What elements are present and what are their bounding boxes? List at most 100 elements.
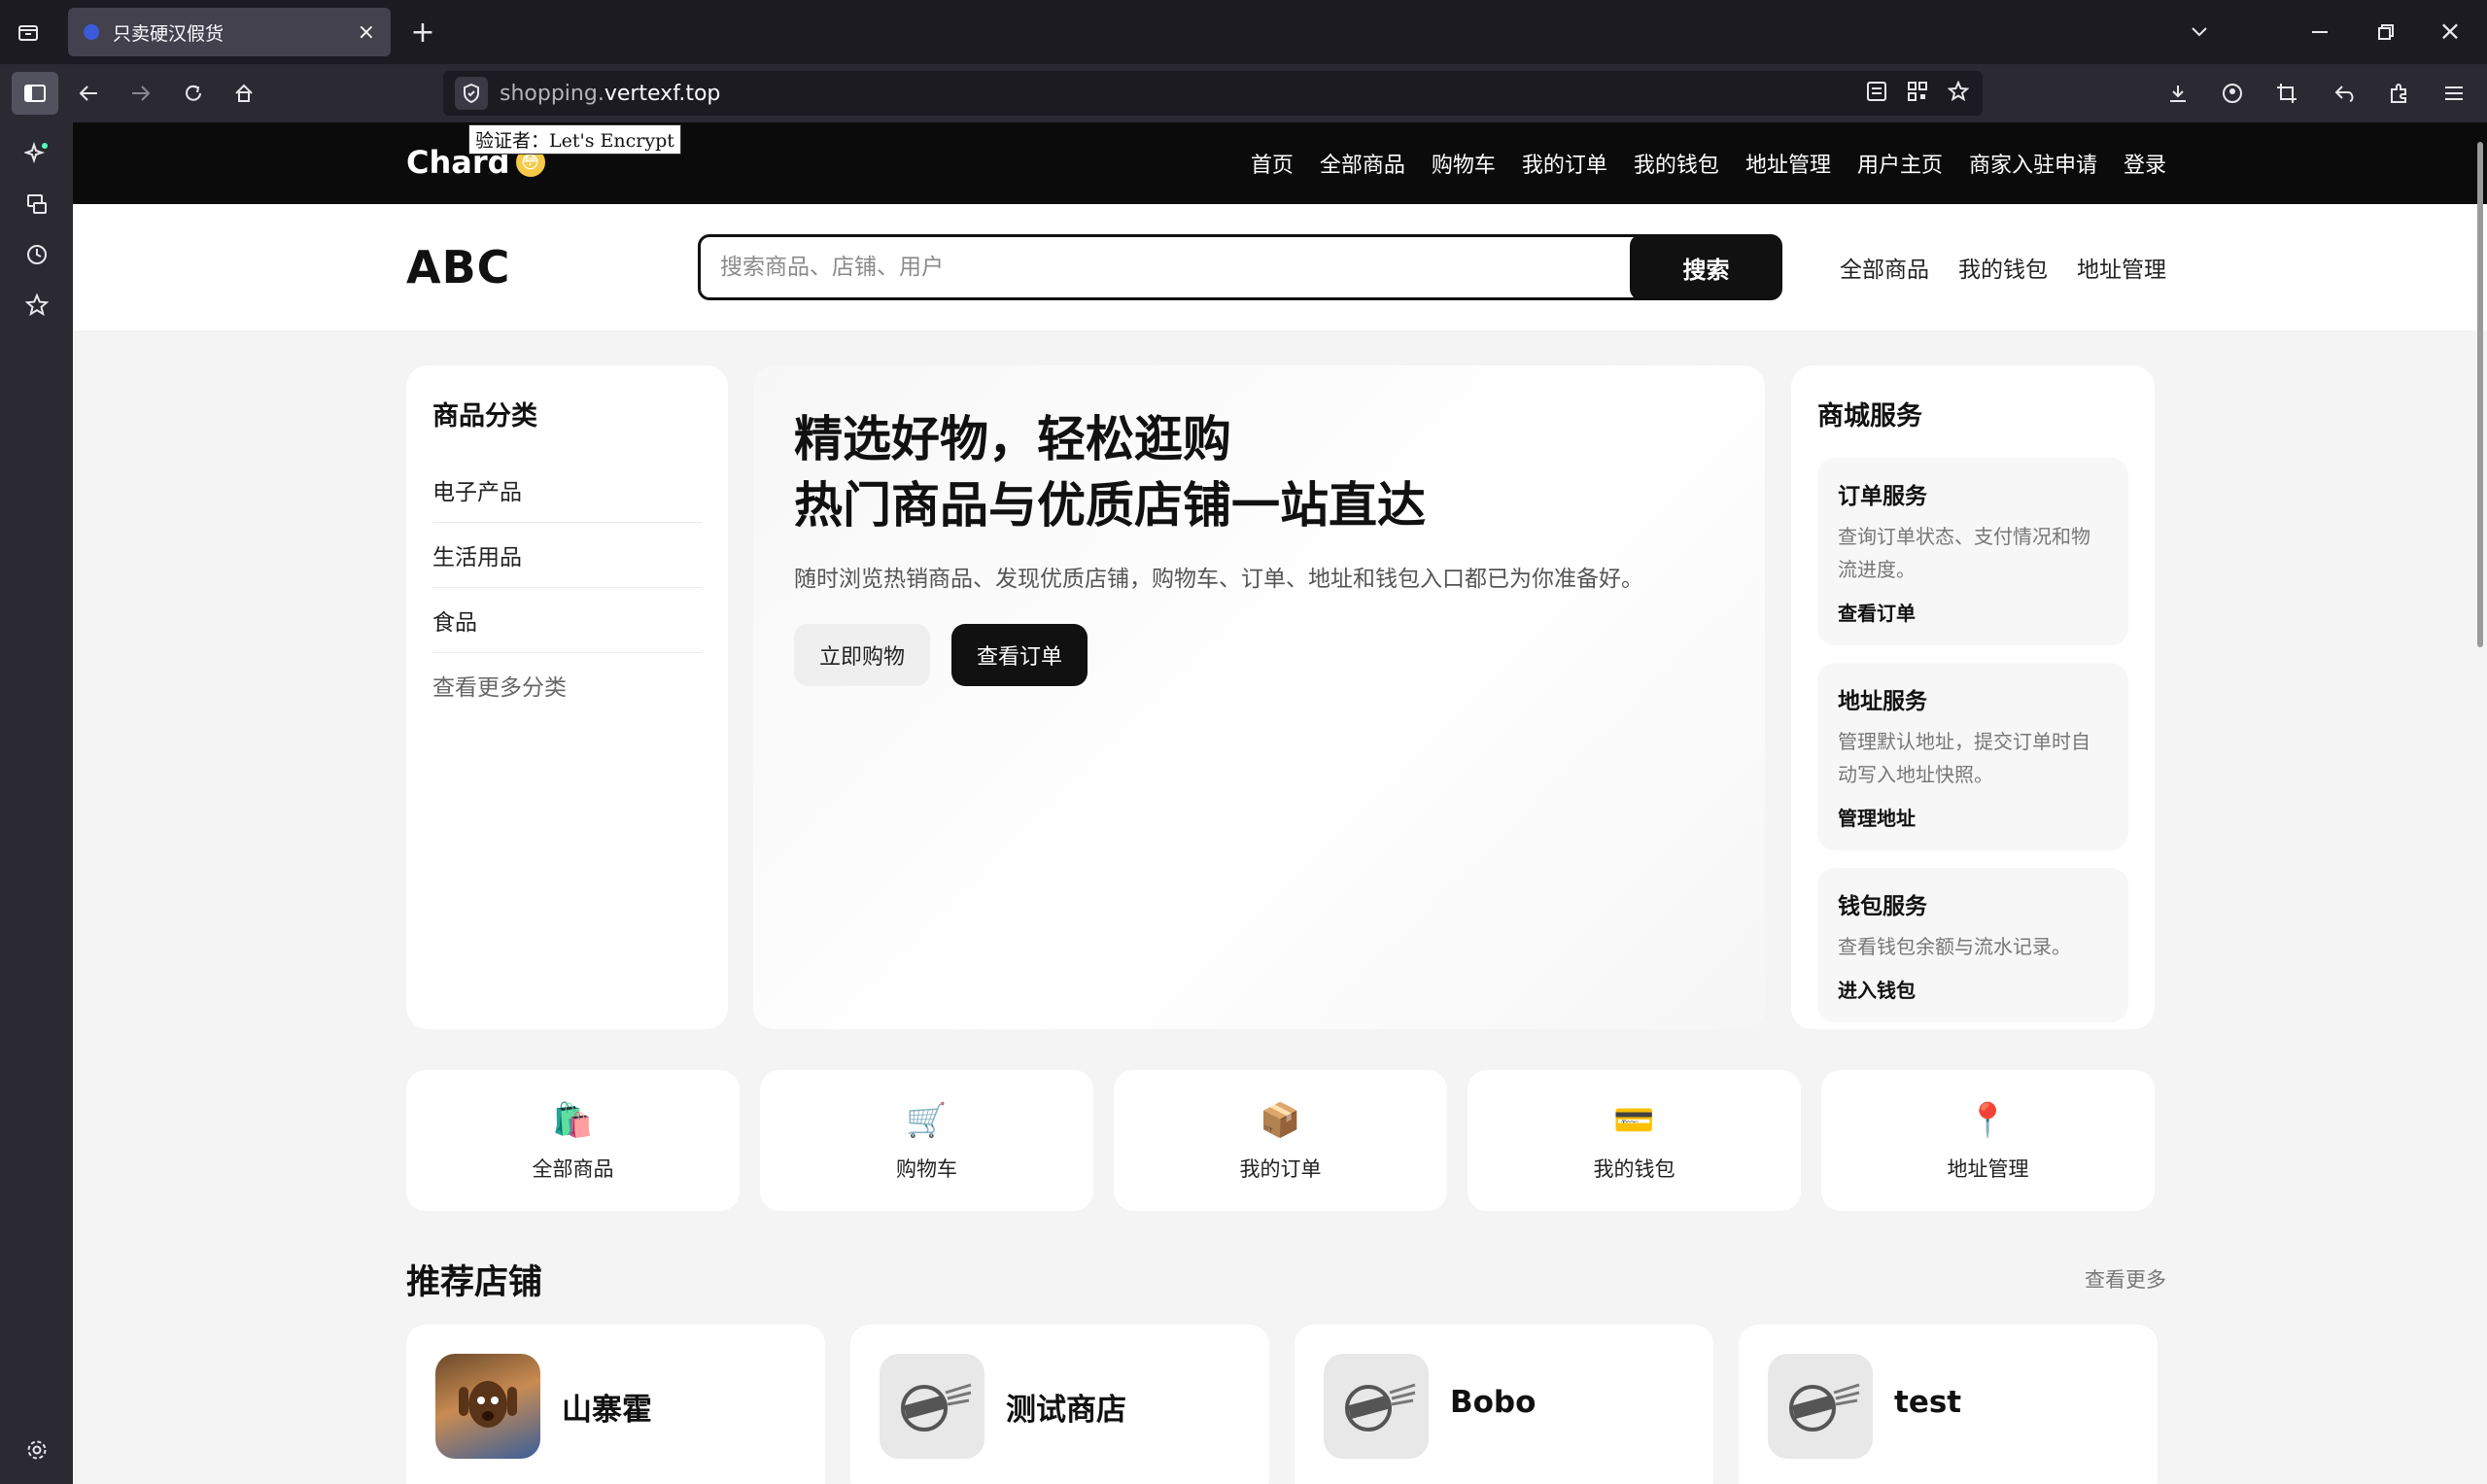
search-header: ABC 搜索 全部商品 我的钱包 地址管理 (73, 204, 2487, 330)
quick-link-address[interactable]: 地址管理 (2077, 251, 2166, 284)
menu-icon[interactable] (2437, 77, 2470, 110)
address-service: 地址服务 管理默认地址，提交订单时自动写入地址快照。 管理地址 (1817, 663, 2128, 850)
download-icon[interactable] (2161, 77, 2194, 110)
shop-now-button[interactable]: 立即购物 (794, 624, 931, 686)
shop-name: test (1894, 1385, 1962, 1420)
service-desc: 查询订单状态、支付情况和物流进度。 (1838, 525, 2090, 581)
shield-icon[interactable] (455, 77, 488, 110)
qr-code-icon[interactable] (1907, 81, 1928, 106)
quick-link-wallet[interactable]: 我的钱包 (1958, 251, 2048, 284)
ai-sparkle-icon[interactable] (0, 128, 73, 179)
browser-sidebar (0, 122, 73, 1484)
services-title: 商城服务 (1817, 401, 1922, 431)
minimize-icon[interactable] (2303, 16, 2336, 49)
tab-bar: 只卖硬汉假货 × + × (0, 0, 2487, 64)
settings-gear-icon[interactable] (0, 1425, 73, 1475)
tab-favicon-icon (84, 24, 99, 40)
close-tab-icon[interactable]: × (358, 20, 375, 45)
url-text[interactable]: shopping.vertexf.top (500, 82, 720, 106)
service-desc: 查看钱包余额与流水记录。 (1838, 935, 2071, 958)
tile-my-wallet[interactable]: 💳 我的钱包 (1468, 1070, 1801, 1211)
pin-icon: 📍 (1967, 1100, 2009, 1140)
sold-stamp-avatar (1324, 1354, 1429, 1459)
view-orders-button[interactable]: 查看订单 (951, 624, 1088, 686)
recommended-shops-title: 推荐店铺 (406, 1263, 543, 1302)
hero-description: 随时浏览热销商品、发现优质店铺，购物车、订单、地址和钱包入口都已为你准备好。 (794, 567, 1643, 592)
tab-list-icon[interactable] (14, 17, 43, 47)
address-bar[interactable]: shopping.vertexf.top (443, 71, 1983, 116)
screenshot-icon[interactable] (2270, 77, 2303, 110)
history-icon[interactable] (0, 229, 73, 280)
nav-user-home[interactable]: 用户主页 (1857, 148, 1943, 179)
nav-merchant-apply[interactable]: 商家入驻申请 (1969, 148, 2097, 179)
nav-home[interactable]: 首页 (1251, 148, 1294, 179)
tile-my-orders[interactable]: 📦 我的订单 (1114, 1070, 1447, 1211)
cart-icon: 🛒 (906, 1100, 948, 1140)
nav-address[interactable]: 地址管理 (1745, 148, 1831, 179)
tile-cart[interactable]: 🛒 购物车 (760, 1070, 1093, 1211)
page-scrollbar[interactable] (2477, 142, 2483, 647)
nav-toolbar: shopping.vertexf.top (0, 64, 2487, 122)
view-orders-link[interactable]: 查看订单 (1838, 598, 2108, 626)
shop-name: 测试商店 (1006, 1393, 1126, 1428)
restore-icon[interactable] (2369, 16, 2402, 49)
shopping-bags-icon: 🛍️ (552, 1100, 594, 1140)
hero-heading-line1: 精选好物，轻松逛购 (794, 411, 1231, 467)
services-card: 商城服务 订单服务 查询订单状态、支付情况和物流进度。 查看订单 地址服务 管理… (1791, 365, 2155, 1029)
service-title: 钱包服务 (1838, 894, 1927, 919)
reader-mode-icon[interactable] (1866, 81, 1887, 106)
reload-icon[interactable] (177, 77, 210, 110)
category-card: 商品分类 电子产品 生活用品 食品 查看更多分类 (406, 365, 728, 1029)
view-more-shops-link[interactable]: 查看更多 (2085, 1264, 2166, 1294)
sidebar-toggle-icon[interactable] (12, 72, 58, 115)
account-icon[interactable] (2216, 77, 2249, 110)
bookmark-star-icon[interactable] (1947, 80, 1970, 106)
hero-heading-line2: 热门商品与优质店铺一站直达 (794, 477, 1426, 534)
tile-label: 购物车 (896, 1156, 957, 1181)
face-avatar (435, 1354, 540, 1459)
close-window-icon[interactable]: × (2434, 14, 2467, 47)
nav-my-wallet[interactable]: 我的钱包 (1634, 148, 1719, 179)
site-logo[interactable]: ABC (406, 241, 510, 293)
synced-tabs-icon[interactable] (0, 179, 73, 229)
nav-all-products[interactable]: 全部商品 (1320, 148, 1405, 179)
more-categories-link[interactable]: 查看更多分类 (432, 653, 702, 717)
tile-all-products[interactable]: 🛍️ 全部商品 (406, 1070, 740, 1211)
category-item[interactable]: 食品 (432, 588, 702, 653)
shop-card[interactable]: 测试商店 (850, 1325, 1269, 1484)
quick-link-all-products[interactable]: 全部商品 (1840, 251, 1929, 284)
nav-login[interactable]: 登录 (2124, 148, 2166, 179)
nav-my-orders[interactable]: 我的订单 (1522, 148, 1607, 179)
home-icon[interactable] (227, 77, 260, 110)
sold-stamp-avatar (1768, 1354, 1873, 1459)
search-button[interactable]: 搜索 (1630, 234, 1782, 300)
new-tab-icon[interactable]: + (406, 16, 439, 50)
tile-label: 全部商品 (532, 1156, 614, 1181)
shop-name: Bobo (1450, 1385, 1537, 1420)
tile-address[interactable]: 📍 地址管理 (1821, 1070, 2155, 1211)
shop-card[interactable]: Bobo (1295, 1325, 1713, 1484)
undo-icon[interactable] (2329, 77, 2362, 110)
back-icon[interactable] (72, 77, 105, 110)
category-item[interactable]: 电子产品 (432, 458, 702, 523)
wallet-service: 钱包服务 查看钱包余额与流水记录。 进入钱包 (1817, 868, 2128, 1022)
category-item[interactable]: 生活用品 (432, 523, 702, 588)
shop-card[interactable]: 山寨霍 (406, 1325, 825, 1484)
site-top-nav: Chard 😳 首页 全部商品 购物车 我的订单 我的钱包 地址管理 用户主页 … (73, 122, 2487, 204)
enter-wallet-link[interactable]: 进入钱包 (1838, 975, 2108, 1003)
bookmarks-icon[interactable] (0, 280, 73, 330)
browser-tab[interactable]: 只卖硬汉假货 × (68, 8, 391, 56)
main-nav: 首页 全部商品 购物车 我的订单 我的钱包 地址管理 用户主页 商家入驻申请 登… (1251, 122, 2166, 204)
forward-icon[interactable] (124, 77, 157, 110)
manage-address-link[interactable]: 管理地址 (1838, 803, 2108, 831)
service-desc: 管理默认地址，提交订单时自动写入地址快照。 (1838, 730, 2090, 786)
tile-label: 我的订单 (1239, 1156, 1322, 1181)
page-viewport: Chard 😳 首页 全部商品 购物车 我的订单 我的钱包 地址管理 用户主页 … (73, 122, 2487, 1484)
nav-cart[interactable]: 购物车 (1432, 148, 1496, 179)
certificate-tooltip: 验证者：Let's Encrypt (468, 124, 681, 155)
chevron-down-icon[interactable] (2183, 16, 2216, 49)
search-input[interactable] (698, 234, 1687, 300)
shop-card[interactable]: test (1739, 1325, 2158, 1484)
extensions-icon[interactable] (2383, 77, 2416, 110)
shop-name: 山寨霍 (562, 1393, 652, 1428)
